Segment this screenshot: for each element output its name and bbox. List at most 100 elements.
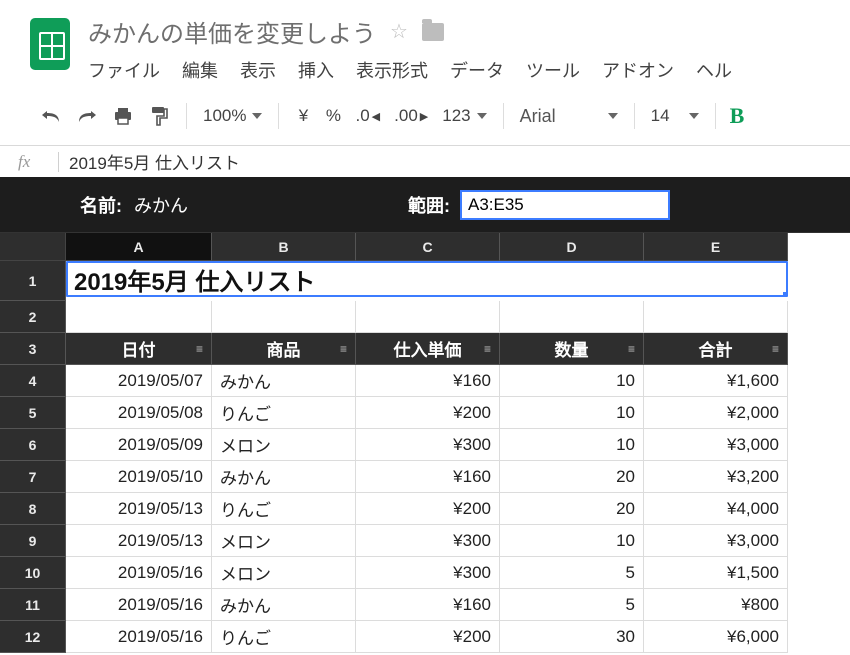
row-header-9[interactable]: 9 bbox=[0, 525, 66, 557]
menu-insert[interactable]: 挿入 bbox=[298, 57, 334, 83]
column-header-E[interactable]: E bbox=[644, 233, 788, 261]
cell-date[interactable]: 2019/05/08 bbox=[66, 397, 212, 429]
cell-C2[interactable] bbox=[356, 301, 500, 333]
cell-qty[interactable]: 10 bbox=[500, 429, 644, 461]
cell-A2[interactable] bbox=[66, 301, 212, 333]
cell-qty[interactable]: 10 bbox=[500, 525, 644, 557]
cell-A1-title[interactable]: 2019年5月 仕入リスト bbox=[66, 261, 788, 297]
row-header-12[interactable]: 12 bbox=[0, 621, 66, 653]
row-header-4[interactable]: 4 bbox=[0, 365, 66, 397]
cell-product[interactable]: りんご bbox=[212, 397, 356, 429]
cell-date[interactable]: 2019/05/10 bbox=[66, 461, 212, 493]
cell-total[interactable]: ¥800 bbox=[644, 589, 788, 621]
range-input[interactable] bbox=[460, 190, 670, 220]
cell-total[interactable]: ¥3,000 bbox=[644, 525, 788, 557]
decrease-decimal-button[interactable]: .0 ◀ bbox=[349, 106, 386, 126]
cell-qty[interactable]: 20 bbox=[500, 461, 644, 493]
menu-edit[interactable]: 編集 bbox=[182, 57, 218, 83]
increase-decimal-button[interactable]: .00 ▶ bbox=[388, 106, 434, 126]
header-date[interactable]: 日付 ≡ bbox=[66, 333, 212, 365]
font-size-dropdown[interactable]: 14 bbox=[645, 106, 705, 126]
cell-date[interactable]: 2019/05/09 bbox=[66, 429, 212, 461]
cell-unit-price[interactable]: ¥300 bbox=[356, 429, 500, 461]
cell-product[interactable]: メロン bbox=[212, 557, 356, 589]
cell-date[interactable]: 2019/05/16 bbox=[66, 621, 212, 653]
cell-product[interactable]: みかん bbox=[212, 589, 356, 621]
print-button[interactable] bbox=[106, 101, 140, 131]
cell-product[interactable]: りんご bbox=[212, 493, 356, 525]
cell-total[interactable]: ¥6,000 bbox=[644, 621, 788, 653]
row-header-5[interactable]: 5 bbox=[0, 397, 66, 429]
row-header-1[interactable]: 1 bbox=[0, 261, 66, 301]
filter-icon[interactable]: ≡ bbox=[340, 342, 347, 356]
menu-file[interactable]: ファイル bbox=[88, 57, 160, 83]
menu-help[interactable]: ヘル bbox=[696, 57, 732, 83]
cell-D2[interactable] bbox=[500, 301, 644, 333]
row-header-7[interactable]: 7 bbox=[0, 461, 66, 493]
row-header-6[interactable]: 6 bbox=[0, 429, 66, 461]
header-product[interactable]: 商品 ≡ bbox=[212, 333, 356, 365]
column-header-C[interactable]: C bbox=[356, 233, 500, 261]
column-header-D[interactable]: D bbox=[500, 233, 644, 261]
document-title[interactable]: みかんの単価を変更しよう bbox=[88, 14, 376, 49]
cell-product[interactable]: メロン bbox=[212, 525, 356, 557]
formula-input[interactable]: 2019年5月 仕入リスト bbox=[69, 149, 850, 174]
cell-E2[interactable] bbox=[644, 301, 788, 333]
cell-unit-price[interactable]: ¥300 bbox=[356, 525, 500, 557]
cell-unit-price[interactable]: ¥200 bbox=[356, 493, 500, 525]
cell-qty[interactable]: 30 bbox=[500, 621, 644, 653]
cell-qty[interactable]: 5 bbox=[500, 557, 644, 589]
cell-qty[interactable]: 20 bbox=[500, 493, 644, 525]
number-format-dropdown[interactable]: 123 bbox=[436, 106, 492, 126]
cell-product[interactable]: メロン bbox=[212, 429, 356, 461]
name-value[interactable]: みかん bbox=[134, 192, 188, 218]
menu-view[interactable]: 表示 bbox=[240, 57, 276, 83]
filter-icon[interactable]: ≡ bbox=[484, 342, 491, 356]
cell-date[interactable]: 2019/05/13 bbox=[66, 493, 212, 525]
star-icon[interactable]: ☆ bbox=[390, 19, 408, 44]
cell-unit-price[interactable]: ¥160 bbox=[356, 461, 500, 493]
header-qty[interactable]: 数量 ≡ bbox=[500, 333, 644, 365]
cell-unit-price[interactable]: ¥300 bbox=[356, 557, 500, 589]
cell-total[interactable]: ¥3,000 bbox=[644, 429, 788, 461]
column-header-B[interactable]: B bbox=[212, 233, 356, 261]
cell-B2[interactable] bbox=[212, 301, 356, 333]
menu-tools[interactable]: ツール bbox=[526, 57, 580, 83]
filter-icon[interactable]: ≡ bbox=[196, 342, 203, 356]
cell-qty[interactable]: 10 bbox=[500, 365, 644, 397]
sheets-logo-icon[interactable] bbox=[30, 18, 70, 70]
format-percent-button[interactable]: % bbox=[319, 106, 347, 126]
cell-unit-price[interactable]: ¥160 bbox=[356, 365, 500, 397]
folder-icon[interactable] bbox=[422, 23, 444, 41]
row-header-10[interactable]: 10 bbox=[0, 557, 66, 589]
row-header-8[interactable]: 8 bbox=[0, 493, 66, 525]
filter-icon[interactable]: ≡ bbox=[628, 342, 635, 356]
cell-total[interactable]: ¥4,000 bbox=[644, 493, 788, 525]
fx-icon[interactable]: fx bbox=[18, 152, 58, 172]
header-unit-price[interactable]: 仕入単価 ≡ bbox=[356, 333, 500, 365]
menu-format[interactable]: 表示形式 bbox=[356, 57, 428, 83]
menu-data[interactable]: データ bbox=[450, 57, 504, 83]
cell-date[interactable]: 2019/05/13 bbox=[66, 525, 212, 557]
cell-qty[interactable]: 5 bbox=[500, 589, 644, 621]
cell-unit-price[interactable]: ¥160 bbox=[356, 589, 500, 621]
paint-format-button[interactable] bbox=[142, 101, 176, 131]
cell-total[interactable]: ¥3,200 bbox=[644, 461, 788, 493]
cell-total[interactable]: ¥1,500 bbox=[644, 557, 788, 589]
cell-date[interactable]: 2019/05/07 bbox=[66, 365, 212, 397]
format-currency-button[interactable]: ¥ bbox=[289, 106, 317, 126]
row-header-3[interactable]: 3 bbox=[0, 333, 66, 365]
cell-unit-price[interactable]: ¥200 bbox=[356, 621, 500, 653]
column-header-A[interactable]: A bbox=[66, 233, 212, 261]
cell-qty[interactable]: 10 bbox=[500, 397, 644, 429]
zoom-dropdown[interactable]: 100% bbox=[197, 106, 268, 126]
redo-button[interactable] bbox=[70, 101, 104, 131]
row-header-2[interactable]: 2 bbox=[0, 301, 66, 333]
cell-date[interactable]: 2019/05/16 bbox=[66, 557, 212, 589]
font-family-dropdown[interactable]: Arial bbox=[514, 106, 624, 127]
cell-date[interactable]: 2019/05/16 bbox=[66, 589, 212, 621]
cell-total[interactable]: ¥2,000 bbox=[644, 397, 788, 429]
filter-icon[interactable]: ≡ bbox=[772, 342, 779, 356]
header-total[interactable]: 合計 ≡ bbox=[644, 333, 788, 365]
menu-addons[interactable]: アドオン bbox=[602, 57, 674, 83]
